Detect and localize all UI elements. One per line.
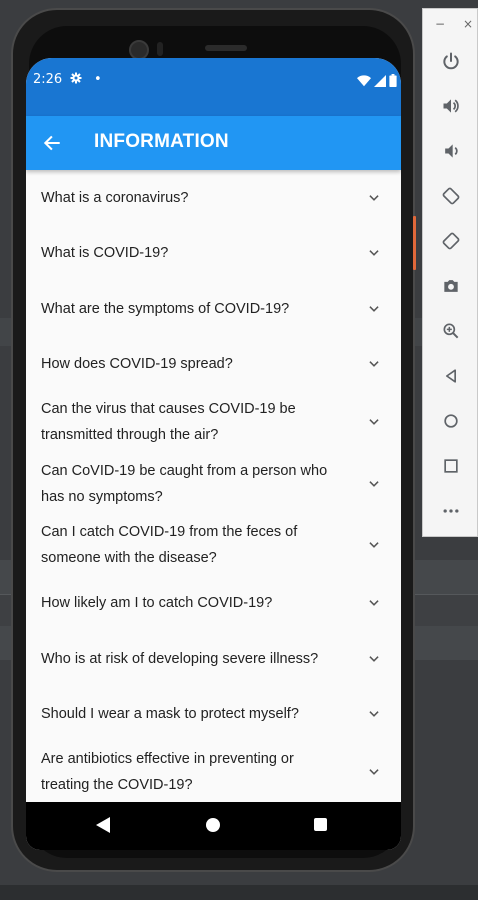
earpiece-speaker <box>205 45 247 51</box>
power-icon[interactable] <box>439 49 463 73</box>
page-title: INFORMATION <box>94 131 229 152</box>
faq-question: Can the virus that causes COVID-19 be tr… <box>41 401 296 443</box>
notification-dot: • <box>94 72 102 87</box>
arrow-left-icon[interactable] <box>38 129 66 157</box>
navigation-bar <box>26 802 401 850</box>
chevron-down-icon <box>369 305 379 312</box>
faq-question: Are antibiotics effective in preventing … <box>41 751 294 793</box>
battery-icon <box>389 74 397 87</box>
faq-item[interactable]: What is COVID-19? <box>26 225 401 281</box>
faq-question: What is a coronavirus? <box>41 189 189 206</box>
chevron-down-icon <box>369 769 379 775</box>
faq-question: What is COVID-19? <box>41 245 169 261</box>
emulator-toolbar: − × <box>422 8 478 537</box>
phone-screen: 2:26 • INFORMATION What is a coronavirus… <box>26 58 401 850</box>
faq-item[interactable]: Are antibiotics effective in preventing … <box>26 741 401 803</box>
chevron-down-icon <box>369 710 379 717</box>
chevron-down-icon <box>369 360 379 367</box>
phone-side-button[interactable] <box>413 216 416 270</box>
overview-square-icon[interactable] <box>439 454 463 478</box>
proximity-sensor <box>157 42 163 56</box>
desktop-backdrop <box>0 885 478 900</box>
chevron-down-icon <box>369 655 379 662</box>
faq-item[interactable]: What is a coronavirus? <box>26 170 401 225</box>
wifi-icon <box>357 74 371 86</box>
app-bar: INFORMATION <box>26 116 401 170</box>
nav-recents-icon[interactable] <box>314 818 327 831</box>
rotate-right-icon[interactable] <box>439 229 463 253</box>
close-button[interactable]: × <box>463 17 473 31</box>
volume-down-icon[interactable] <box>439 139 463 163</box>
faq-item[interactable]: Should I wear a mask to protect myself? <box>26 686 401 741</box>
faq-item[interactable]: What are the symptoms of COVID-19? <box>26 281 401 336</box>
chevron-down-icon <box>369 194 379 201</box>
toolbar-window-controls: − × <box>423 17 478 31</box>
volume-up-icon[interactable] <box>439 94 463 118</box>
more-icon[interactable] <box>439 499 463 523</box>
status-bar: 2:26 • <box>26 58 401 116</box>
faq-question: Should I wear a mask to protect myself? <box>41 705 299 722</box>
faq-item[interactable]: How does COVID-19 spread? <box>26 336 401 391</box>
faq-item[interactable]: Can I catch COVID-19 from the feces of s… <box>26 514 401 575</box>
faq-question: How likely am I to catch COVID-19? <box>41 595 273 611</box>
faq-item[interactable]: How likely am I to catch COVID-19? <box>26 575 401 631</box>
chevron-down-icon <box>369 541 379 548</box>
home-circle-icon[interactable] <box>439 409 463 433</box>
faq-question: What are the symptoms of COVID-19? <box>41 300 290 317</box>
nav-home-icon[interactable] <box>206 818 220 832</box>
nav-back-icon[interactable] <box>96 817 110 833</box>
minimize-button[interactable]: − <box>435 17 445 31</box>
signal-icon <box>374 74 386 87</box>
back-triangle-icon[interactable] <box>439 364 463 388</box>
status-icons <box>357 74 397 87</box>
chevron-down-icon <box>369 419 379 425</box>
camera-icon[interactable] <box>439 274 463 298</box>
rotate-left-icon[interactable] <box>439 184 463 208</box>
chevron-down-icon <box>369 480 379 487</box>
status-time: 2:26 <box>33 72 63 87</box>
faq-item[interactable]: Who is at risk of developing severe illn… <box>26 631 401 686</box>
zoom-icon[interactable] <box>439 319 463 343</box>
front-camera <box>129 40 149 60</box>
faq-item[interactable]: Can the virus that causes COVID-19 be tr… <box>26 391 401 453</box>
faq-question: Can I catch COVID-19 from the feces of s… <box>41 523 298 566</box>
faq-item[interactable]: Can CoVID-19 be caught from a person who… <box>26 453 401 514</box>
chevron-down-icon <box>369 600 379 606</box>
faq-question: Who is at risk of developing severe illn… <box>41 650 319 667</box>
faq-question: How does COVID-19 spread? <box>41 355 233 372</box>
faq-list: What is a coronavirus? What is COVID-19?… <box>26 170 401 803</box>
settings-gear-icon <box>70 72 82 87</box>
faq-question: Can CoVID-19 be caught from a person who… <box>41 462 328 505</box>
chevron-down-icon <box>369 250 379 256</box>
